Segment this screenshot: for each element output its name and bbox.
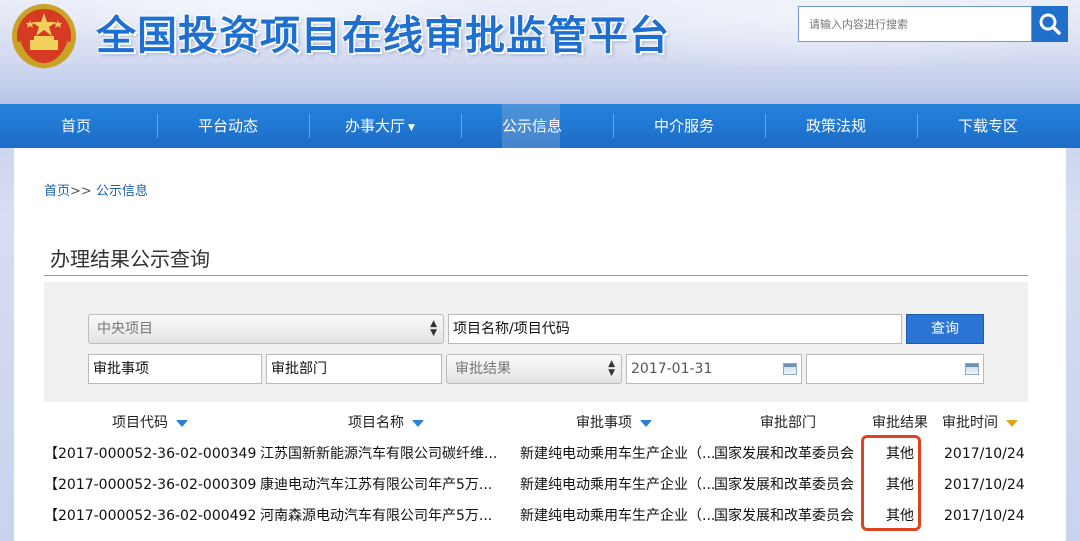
nav-item-label: 公示信息	[501, 117, 562, 135]
nav-item-label: 下载专区	[957, 117, 1018, 135]
approval-time-cell: 2017/10/24	[944, 508, 1025, 524]
site-header: 全国投资项目在线审批监管平台	[0, 0, 1080, 104]
end-date-input[interactable]	[806, 354, 984, 384]
column-label: 项目代码	[112, 415, 168, 431]
search-icon	[1039, 13, 1061, 35]
filter-form: 中央项目 ▲ ▼ 项目名称/项目代码 查询 审批事项 审批部门 审批结果 ▲ ▼ 2…	[44, 282, 1028, 402]
approval-time-cell: 2017/10/24	[944, 477, 1025, 493]
nav-divider	[309, 114, 310, 138]
project-name-code-input[interactable]: 项目名称/项目代码	[448, 314, 902, 344]
start-date-input[interactable]: 2017-01-31	[626, 354, 802, 384]
column-label: 审批部门	[760, 415, 816, 431]
select-arrows-icon: ▲ ▼	[608, 359, 615, 378]
sort-down-icon[interactable]	[412, 419, 424, 427]
nav-divider	[613, 114, 614, 138]
approval-dept-cell: 国家发展和改革委员会	[714, 446, 854, 462]
nav-divider	[157, 114, 158, 138]
project-name-link[interactable]: 康迪电动汽车江苏有限公司年产5万...	[260, 470, 498, 501]
breadcrumb: 首页>> 公示信息	[44, 180, 148, 199]
nav-item-platform-news[interactable]: 平台动态	[152, 104, 304, 148]
site-title: 全国投资项目在线审批监管平台	[96, 13, 670, 59]
project-code-cell: 【2017-000052-36-02-000309】	[44, 477, 256, 493]
start-date-value: 2017-01-31	[631, 361, 713, 377]
sort-down-icon[interactable]	[176, 419, 188, 427]
nav-item-policy[interactable]: 政策法规	[760, 104, 912, 148]
sort-down-icon[interactable]	[640, 419, 652, 427]
approval-item-input[interactable]: 审批事项	[88, 354, 262, 384]
column-label: 项目名称	[348, 415, 404, 431]
column-header-code[interactable]: 项目代码	[112, 410, 188, 436]
approval-dept-input[interactable]: 审批部门	[266, 354, 442, 384]
search-button[interactable]	[1032, 6, 1068, 42]
column-header-time[interactable]: 审批时间	[942, 410, 1018, 436]
breadcrumb-separator: >>	[70, 184, 92, 199]
approval-dept-cell: 国家发展和改革委员会	[714, 477, 854, 493]
approval-time-cell: 2017/10/24	[944, 446, 1025, 462]
sort-down-icon[interactable]	[1006, 419, 1018, 427]
approval-result-select[interactable]: 审批结果 ▲ ▼	[446, 354, 622, 384]
nav-item-intermediary[interactable]: 中介服务	[608, 104, 760, 148]
column-label: 审批事项	[576, 415, 632, 431]
project-scope-value: 中央项目	[97, 321, 153, 337]
project-scope-select[interactable]: 中央项目 ▲ ▼	[88, 314, 444, 344]
nav-item-label: 办事大厅	[345, 117, 406, 135]
project-code-cell: 【2017-000052-36-02-000492】	[44, 508, 256, 524]
chevron-down-icon: ▼	[408, 123, 415, 133]
column-header-dept: 审批部门	[760, 410, 816, 436]
nav-divider	[765, 114, 766, 138]
search-input[interactable]	[798, 6, 1032, 42]
approval-dept-cell: 国家发展和改革委员会	[714, 508, 854, 524]
approval-item-cell: 新建纯电动乘用车生产企业（...	[520, 508, 716, 524]
approval-item-cell: 新建纯电动乘用车生产企业（...	[520, 477, 716, 493]
result-highlight-box	[861, 435, 921, 531]
nav-item-service-hall[interactable]: 办事大厅 ▼	[304, 104, 456, 148]
main-nav: 首页 平台动态 办事大厅 ▼ 公示信息 中介服务 政策法规 下载专区	[0, 104, 1080, 148]
page-title: 办理结果公示查询	[50, 247, 210, 271]
nav-item-label: 首页	[60, 117, 91, 135]
nav-item-label: 平台动态	[197, 117, 258, 135]
calendar-icon[interactable]	[965, 363, 979, 375]
column-header-result: 审批结果	[872, 410, 928, 436]
column-header-item[interactable]: 审批事项	[576, 410, 652, 436]
nav-item-download[interactable]: 下载专区	[912, 104, 1064, 148]
approval-item-cell: 新建纯电动乘用车生产企业（...	[520, 446, 716, 462]
approval-result-value: 审批结果	[455, 361, 511, 377]
column-header-name[interactable]: 项目名称	[348, 410, 424, 436]
nav-divider	[917, 114, 918, 138]
results-table-header: 项目代码 项目名称 审批事项 审批部门 审批结果 审批时间	[44, 410, 1028, 436]
column-label: 审批时间	[942, 415, 998, 431]
project-name-link[interactable]: 江苏国新新能源汽车有限公司碳纤维...	[260, 439, 498, 470]
query-button[interactable]: 查询	[906, 314, 984, 344]
breadcrumb-home-link[interactable]: 首页	[44, 184, 70, 199]
select-arrows-icon: ▲ ▼	[430, 319, 437, 338]
nav-item-label: 政策法规	[805, 117, 866, 135]
column-label: 审批结果	[872, 415, 928, 431]
heading-divider	[44, 275, 1028, 276]
breadcrumb-current-link[interactable]: 公示信息	[96, 184, 148, 199]
nav-item-label: 中介服务	[653, 117, 714, 135]
calendar-icon[interactable]	[783, 363, 797, 375]
nav-item-home[interactable]: 首页	[0, 104, 152, 148]
nav-divider	[461, 114, 462, 138]
project-code-cell: 【2017-000052-36-02-000349】	[44, 446, 256, 462]
project-name-link[interactable]: 河南森源电动汽车有限公司年产5万...	[260, 501, 498, 532]
national-emblem-icon[interactable]	[10, 2, 78, 70]
nav-item-public-info[interactable]: 公示信息	[456, 104, 608, 148]
